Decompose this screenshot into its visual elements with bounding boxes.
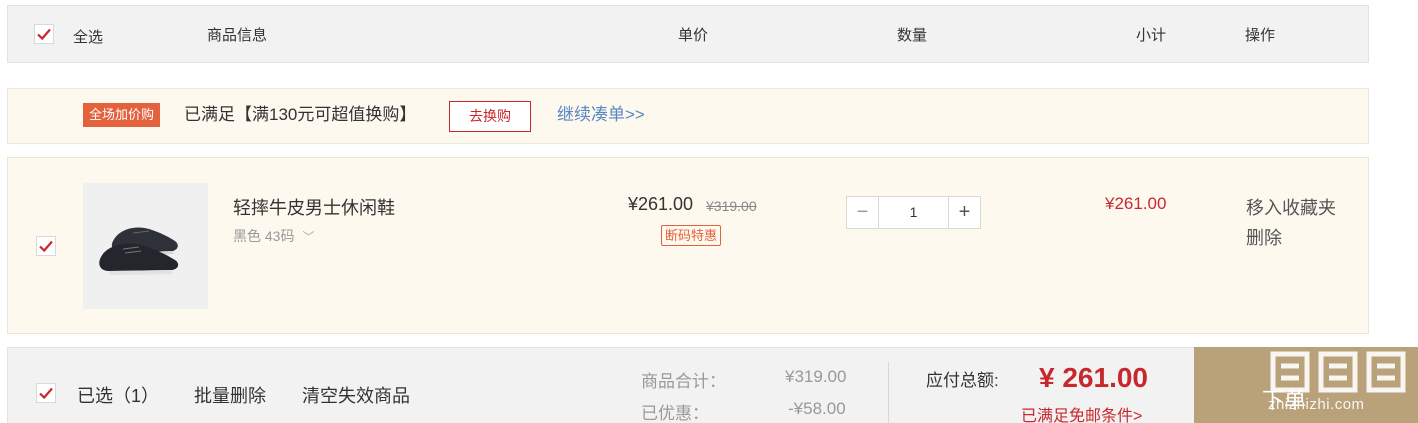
exchange-button[interactable]: 去换购 xyxy=(449,101,531,132)
minus-icon[interactable]: − xyxy=(847,197,878,228)
promo-badge: 全场加价购 xyxy=(83,103,161,127)
product-spec: 黑色 43码 xyxy=(233,228,295,244)
quantity-input[interactable]: 1 xyxy=(878,197,949,228)
batch-delete-link[interactable]: 批量删除 xyxy=(194,382,266,408)
check-icon xyxy=(39,387,53,400)
quantity-stepper: − 1 + xyxy=(846,196,981,229)
item-checkbox[interactable] xyxy=(36,236,56,256)
shoe-image xyxy=(99,227,179,275)
product-thumbnail[interactable] xyxy=(83,183,208,309)
original-price: ¥319.00 xyxy=(706,198,757,214)
goods-total-label: 商品合计： xyxy=(641,372,726,391)
plus-icon[interactable]: + xyxy=(949,197,980,228)
move-to-favorites-link[interactable]: 移入收藏夹 xyxy=(1246,194,1336,220)
discount-label: 已优惠： xyxy=(641,404,709,423)
column-quantity: 数量 xyxy=(897,27,928,44)
divider xyxy=(888,362,889,423)
discount-value: -¥58.00 xyxy=(788,399,846,418)
continue-shopping-link[interactable]: 继续凑单>> xyxy=(557,103,645,127)
goods-total-value: ¥319.00 xyxy=(785,367,847,386)
chevron-down-icon: ﹀ xyxy=(302,230,315,244)
product-name[interactable]: 轻摔牛皮男士休闲鞋 xyxy=(233,194,395,220)
promo-bar: 全场加价购 已满足【满130元可超值换购】 去换购 继续凑单>> xyxy=(7,88,1369,144)
delete-item-link[interactable]: 删除 xyxy=(1246,224,1282,250)
unit-price: ¥261.00 xyxy=(628,194,694,214)
payable-total: ¥ 261.00 xyxy=(1039,362,1148,393)
cart-item-row: 轻摔牛皮男士休闲鞋 黑色 43码 ﹀ ¥261.00 ¥319.00 断码特惠 −… xyxy=(7,157,1369,334)
selected-count: 已选（1） xyxy=(77,386,160,406)
footer-select-checkbox[interactable] xyxy=(36,383,56,403)
column-operation: 操作 xyxy=(1245,27,1276,44)
free-shipping-link[interactable]: 已满足免邮条件> xyxy=(1021,402,1142,423)
check-icon xyxy=(37,28,51,41)
select-all-checkbox[interactable] xyxy=(34,24,54,44)
column-product-info: 商品信息 xyxy=(207,27,268,44)
product-spec-selector[interactable]: 黑色 43码 ﹀ xyxy=(233,226,314,246)
payable-label: 应付总额: xyxy=(926,371,999,390)
cart-footer: 已选（1） 批量删除 清空失效商品 商品合计： ¥319.00 已优惠： -¥5… xyxy=(7,347,1369,423)
promo-text: 已满足【满130元可超值换购】 xyxy=(184,105,417,124)
column-unit-price: 单价 xyxy=(678,27,709,44)
clear-invalid-link[interactable]: 清空失效商品 xyxy=(302,382,410,408)
select-all-label[interactable]: 全选 xyxy=(73,26,103,47)
cart-header: 全选 商品信息 单价 数量 小计 操作 xyxy=(7,5,1369,63)
watermark-text: zhizhizhi.com xyxy=(1268,396,1365,413)
discount-tag: 断码特惠 xyxy=(661,225,722,246)
item-subtotal: ¥261.00 xyxy=(1105,194,1167,213)
check-icon xyxy=(39,240,53,253)
column-subtotal: 小计 xyxy=(1136,27,1167,44)
